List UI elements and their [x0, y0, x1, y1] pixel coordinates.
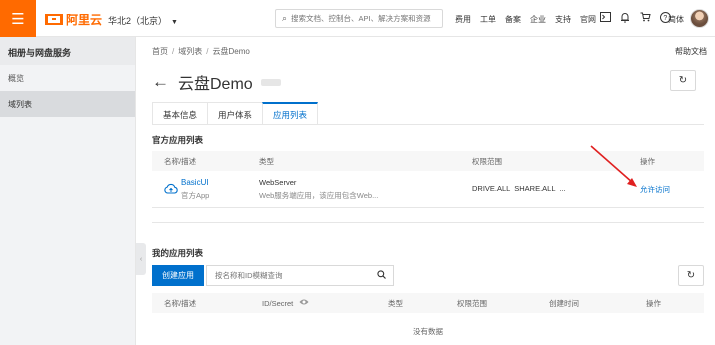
my-apps-table-header: 名称/描述 ID/Secret 类型 权限范围 创建时间 操作 [152, 293, 704, 313]
breadcrumb-home[interactable]: 首页 [152, 47, 168, 56]
sidebar-title: 相册与网盘服务 [0, 37, 135, 65]
cart-icon[interactable] [639, 11, 651, 23]
main-content: 首页 / 域列表 / 云盘Demo 帮助文档 ← 云盘Demo ↻ 基本信息 用户体系 … [146, 37, 715, 345]
sidebar-collapse-handle[interactable]: ‹ [136, 243, 146, 275]
bell-icon[interactable] [619, 11, 631, 23]
avatar[interactable] [690, 9, 709, 28]
column-header: 权限范围 [457, 298, 487, 308]
official-table-header: 名称/描述 类型 权限范围 操作 [152, 151, 704, 171]
table-row: BasicUI 官方App WebServer Web服务端应用，该应用包含We… [152, 171, 704, 208]
region-label: 华北2（北京） [108, 16, 168, 26]
tab-bar: 基本信息 用户体系 应用列表 [152, 102, 704, 125]
caret-down-icon: ▼ [171, 19, 178, 26]
column-header: 操作 [646, 298, 661, 308]
breadcrumb-current: 云盘Demo [212, 47, 250, 56]
nav-link-ticket[interactable]: 工单 [480, 14, 496, 25]
sidebar: 相册与网盘服务 概览 域列表 [0, 37, 136, 345]
official-apps-title: 官方应用列表 [152, 135, 204, 145]
aliyun-logo[interactable]: 阿里云 [45, 11, 102, 28]
column-header: 名称/描述 [164, 298, 197, 308]
eye-icon[interactable] [299, 298, 309, 308]
breadcrumb-separator: / [172, 47, 175, 56]
app-type-description: Web服务端应用，该应用包含Web... [259, 191, 379, 200]
my-apps-title: 我的应用列表 [152, 248, 204, 258]
column-header: 权限范围 [472, 156, 502, 166]
breadcrumb: 首页 / 域列表 / 云盘Demo [152, 46, 250, 57]
allow-access-link[interactable]: 允许访问 [640, 184, 670, 195]
column-header: ID/Secret [262, 298, 294, 308]
tab-basic-info[interactable]: 基本信息 [152, 102, 209, 124]
tab-app-list[interactable]: 应用列表 [262, 102, 319, 124]
refresh-button[interactable]: ↻ [678, 265, 704, 286]
breadcrumb-separator: / [206, 47, 209, 56]
column-header: 创建时间 [549, 298, 579, 308]
page-title-row: ← 云盘Demo [152, 70, 281, 94]
my-apps-toolbar: 创建应用 ↻ [152, 265, 704, 286]
create-app-button[interactable]: 创建应用 [152, 265, 204, 286]
cloud-app-icon [164, 183, 178, 195]
hamburger-icon[interactable]: ☰ [0, 0, 36, 37]
top-navigation-bar: ☰ 阿里云 华北2（北京）▼ ⌕ 费用 工单 备案 企业 支持 官网 ? 简体 [0, 0, 715, 37]
refresh-icon: ↻ [678, 75, 688, 86]
nav-link-website[interactable]: 官网 [580, 14, 596, 25]
breadcrumb-domain-list[interactable]: 域列表 [178, 47, 202, 56]
nav-link-enterprise[interactable]: 企业 [530, 14, 546, 25]
page-title: 云盘Demo [178, 76, 253, 93]
app-name-link[interactable]: BasicUI [181, 178, 209, 187]
nav-link-icp[interactable]: 备案 [505, 14, 521, 25]
terminal-icon[interactable] [599, 11, 611, 23]
svg-text:?: ? [663, 15, 667, 22]
logo-mark-icon [45, 14, 63, 25]
refresh-button[interactable]: ↻ [670, 70, 696, 91]
nav-link-support[interactable]: 支持 [555, 14, 571, 25]
column-header: 操作 [640, 156, 655, 166]
app-search[interactable] [206, 265, 394, 286]
search-icon: ⌕ [282, 13, 288, 23]
empty-state: 没有数据 [413, 327, 443, 336]
column-header: 类型 [259, 156, 274, 166]
back-arrow-icon[interactable]: ← [152, 72, 169, 92]
sidebar-item-overview[interactable]: 概览 [0, 65, 135, 91]
help-docs-link[interactable]: 帮助文档 [675, 46, 707, 57]
column-header: 类型 [388, 298, 403, 308]
nav-link-billing[interactable]: 费用 [455, 14, 471, 25]
app-description: 官方App [181, 191, 210, 200]
redacted-id [260, 78, 281, 86]
global-search[interactable]: ⌕ [275, 9, 443, 28]
column-header: 名称/描述 [164, 156, 197, 166]
global-search-input[interactable] [291, 14, 432, 23]
app-scope: DRIVE.ALL SHARE.ALL ... [472, 184, 566, 193]
section-divider [152, 222, 704, 223]
top-nav-links: 费用 工单 备案 企业 支持 官网 [455, 14, 605, 25]
refresh-icon: ↻ [686, 270, 696, 281]
region-selector[interactable]: 华北2（北京） ▼ [108, 14, 178, 27]
language-switch[interactable]: 简体 [668, 14, 684, 25]
sidebar-item-domain-list[interactable]: 域列表 [0, 91, 135, 117]
tab-user-system[interactable]: 用户体系 [207, 102, 264, 124]
logo-text: 阿里云 [66, 13, 103, 27]
top-icon-group: ? [599, 11, 679, 23]
app-search-input[interactable] [215, 271, 365, 280]
app-type: WebServer [259, 178, 297, 187]
search-icon[interactable] [377, 270, 386, 281]
